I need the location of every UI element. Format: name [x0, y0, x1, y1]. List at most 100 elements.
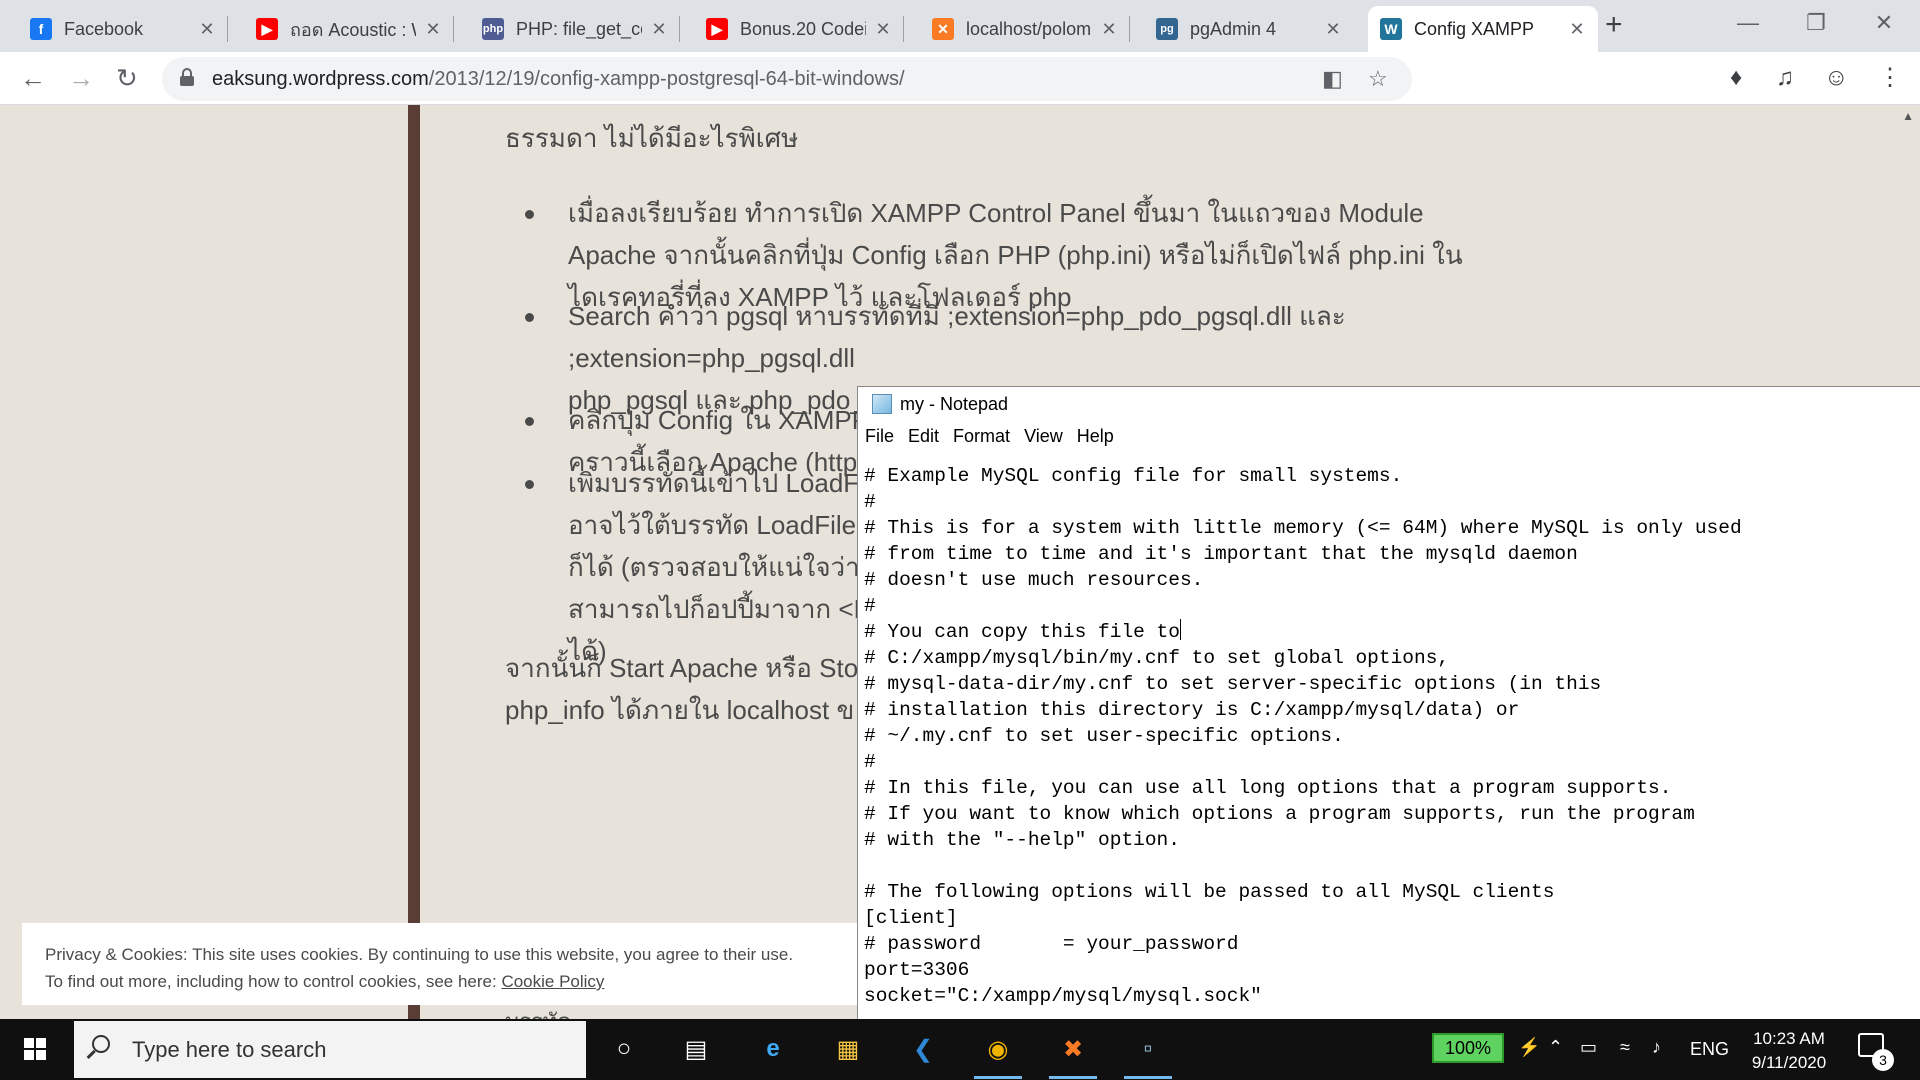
power-plug-icon[interactable]: ⚡ — [1518, 1037, 1540, 1058]
editor-line: # This is for a system with little memor… — [864, 515, 1742, 541]
language-indicator[interactable]: ENG — [1690, 1039, 1729, 1060]
volume-icon[interactable]: ♪ — [1652, 1037, 1661, 1058]
browser-tab[interactable]: f Facebook ✕ — [18, 6, 228, 52]
xampp-icon: ✕ — [932, 18, 954, 40]
editor-line-text: # password = your_password — [864, 933, 1239, 955]
battery-indicator[interactable]: 100% — [1432, 1033, 1504, 1063]
menu-icon[interactable]: ⋮ — [1878, 63, 1902, 93]
tab-close-icon[interactable]: ✕ — [424, 19, 442, 40]
notepad-window: my - Notepad File Edit Format View Help # Ex… — [857, 386, 1920, 1019]
editor-line-text: # If you want to know which options a pr… — [864, 803, 1695, 825]
bullet-line: Apache จากนั้นคลิกที่ปุ่ม Config เลือก P… — [568, 240, 1463, 270]
tab-close-icon[interactable]: ✕ — [1324, 19, 1342, 40]
tab-title: localhost/polom — [966, 18, 1092, 39]
windows-icon — [24, 1038, 46, 1060]
menu-view[interactable]: View — [1024, 426, 1063, 447]
translate-icon[interactable]: ◧ — [1322, 66, 1343, 92]
paragraph-top: ธรรมดา ไม่ได้มีอะไรพิเศษ — [505, 123, 799, 153]
editor-line: [client] — [864, 905, 1742, 931]
chrome-icon[interactable]: ◉ — [974, 1031, 1022, 1079]
task-view-icon[interactable]: ▤ — [678, 1031, 714, 1067]
url-path: /2013/12/19/config-xampp-postgresql-64-b… — [428, 68, 905, 90]
close-window-button[interactable]: ✕ — [1856, 0, 1912, 46]
notepad-title: my - Notepad — [900, 393, 1009, 414]
editor-line-text: port=3306 — [864, 959, 970, 981]
menu-format[interactable]: Format — [953, 426, 1010, 447]
new-tab-button[interactable]: + — [1605, 10, 1623, 40]
reload-icon[interactable]: ↻ — [116, 62, 138, 94]
clock-date: 9/11/2020 — [1751, 1053, 1827, 1072]
editor-line-text: # C:/xampp/mysql/bin/my.cnf to set globa… — [864, 647, 1450, 669]
facebook-icon: f — [30, 18, 52, 40]
editor-line: # installation this directory is C:/xamp… — [864, 697, 1742, 723]
browser-tab[interactable]: W Config XAMPP ✕ — [1368, 6, 1598, 52]
browser-tab[interactable]: ▶ Bonus.20 Codeig ✕ — [694, 6, 904, 52]
browser-tab[interactable]: ✕ localhost/polom ✕ — [920, 6, 1130, 52]
editor-line: # Example MySQL config file for small sy… — [864, 463, 1742, 489]
restore-button[interactable]: ❐ — [1788, 0, 1844, 46]
search-placeholder: Type here to search — [132, 1037, 327, 1062]
search-icon — [92, 1035, 110, 1053]
menu-edit[interactable]: Edit — [908, 426, 939, 447]
tab-close-icon[interactable]: ✕ — [874, 19, 892, 40]
chevron-up-icon[interactable]: ⌃ — [1548, 1037, 1563, 1058]
menu-help[interactable]: Help — [1077, 426, 1114, 447]
cookie-policy-link[interactable]: Cookie Policy — [501, 972, 604, 991]
php-icon: php — [482, 18, 504, 40]
battery-icon[interactable]: ▭ — [1580, 1037, 1597, 1058]
address-bar[interactable]: eaksung.wordpress.com/2013/12/19/config-… — [162, 57, 1412, 101]
start-button[interactable] — [0, 1019, 70, 1080]
article-bullet: เพิ่มบรรทัดนี้เข้าไป LoadFile อาจไว้ใต้บร… — [525, 462, 891, 672]
editor-line-text: # installation this directory is C:/xamp… — [864, 699, 1520, 721]
editor-line: # — [864, 593, 1742, 619]
media-control-icon[interactable]: ♫ — [1776, 63, 1794, 93]
notepad-taskbar-icon[interactable]: ▫ — [1124, 1031, 1172, 1079]
tab-title: Config XAMPP — [1414, 18, 1535, 39]
profile-avatar-icon[interactable]: ☺ — [1824, 63, 1849, 93]
editor-line-text: # The following options will be passed t… — [864, 881, 1555, 903]
editor-line: # with the "--help" option. — [864, 827, 1742, 853]
editor-line: # — [864, 489, 1742, 515]
browser-tab[interactable]: pg pgAdmin 4 ✕ — [1144, 6, 1354, 52]
youtube-icon: ▶ — [706, 18, 728, 40]
tab-close-icon[interactable]: ✕ — [1100, 19, 1118, 40]
editor-line: port=3306 — [864, 957, 1742, 983]
notepad-editor[interactable]: # Example MySQL config file for small sy… — [864, 463, 1742, 1009]
editor-line: # In this file, you can use all long opt… — [864, 775, 1742, 801]
editor-line: # from time to time and it's important t… — [864, 541, 1742, 567]
tab-close-icon[interactable]: ✕ — [1568, 19, 1586, 40]
extensions-icon[interactable]: ♦ — [1730, 63, 1742, 93]
text-caret — [1179, 619, 1181, 640]
back-icon[interactable]: ← — [20, 62, 46, 94]
editor-line-text: # This is for a system with little memor… — [864, 517, 1742, 539]
forward-icon[interactable]: → — [68, 62, 94, 94]
tab-close-icon[interactable]: ✕ — [198, 19, 216, 40]
cookie-text-line1: Privacy & Cookies: This site uses cookie… — [45, 945, 794, 964]
browser-tab[interactable]: ▶ ถอด Acoustic : W ✕ — [244, 6, 454, 52]
editor-line: # The following options will be passed t… — [864, 879, 1742, 905]
menu-file[interactable]: File — [865, 426, 894, 447]
notepad-titlebar[interactable]: my - Notepad — [858, 387, 1920, 421]
cortana-icon[interactable]: ○ — [606, 1031, 642, 1067]
tab-close-icon[interactable]: ✕ — [650, 19, 668, 40]
file-explorer-icon[interactable]: ▦ — [830, 1031, 866, 1067]
tab-title: Facebook — [64, 18, 144, 39]
scroll-up-icon[interactable]: ▲ — [1902, 109, 1914, 123]
taskbar-search[interactable]: Type here to search — [74, 1021, 586, 1078]
edge-icon[interactable]: e — [755, 1031, 791, 1067]
editor-line-text: # mysql-data-dir/my.cnf to set server-sp… — [864, 673, 1602, 695]
star-icon[interactable]: ☆ — [1368, 66, 1388, 92]
wifi-icon[interactable]: ≈ — [1620, 1037, 1630, 1058]
clock[interactable]: 10:23 AM 9/11/2020 — [1734, 1027, 1844, 1075]
bullet-line: เมื่อลงเรียบร้อย ทำการเปิด XAMPP Control… — [568, 198, 1424, 228]
url-host: eaksung.wordpress.com — [212, 68, 429, 90]
url-text[interactable]: eaksung.wordpress.com/2013/12/19/config-… — [212, 68, 905, 91]
notepad-icon — [872, 394, 892, 414]
xampp-icon[interactable]: ✖ — [1049, 1031, 1097, 1079]
vscode-icon[interactable]: ❮ — [905, 1031, 941, 1067]
tab-title: ถอด Acoustic : W — [290, 19, 416, 40]
browser-tab[interactable]: php PHP: file_get_co ✕ — [470, 6, 680, 52]
minimize-button[interactable]: — — [1720, 0, 1776, 46]
bullet-line: สามารถไปก็อปปี้มาจาก <PC — [568, 594, 890, 624]
